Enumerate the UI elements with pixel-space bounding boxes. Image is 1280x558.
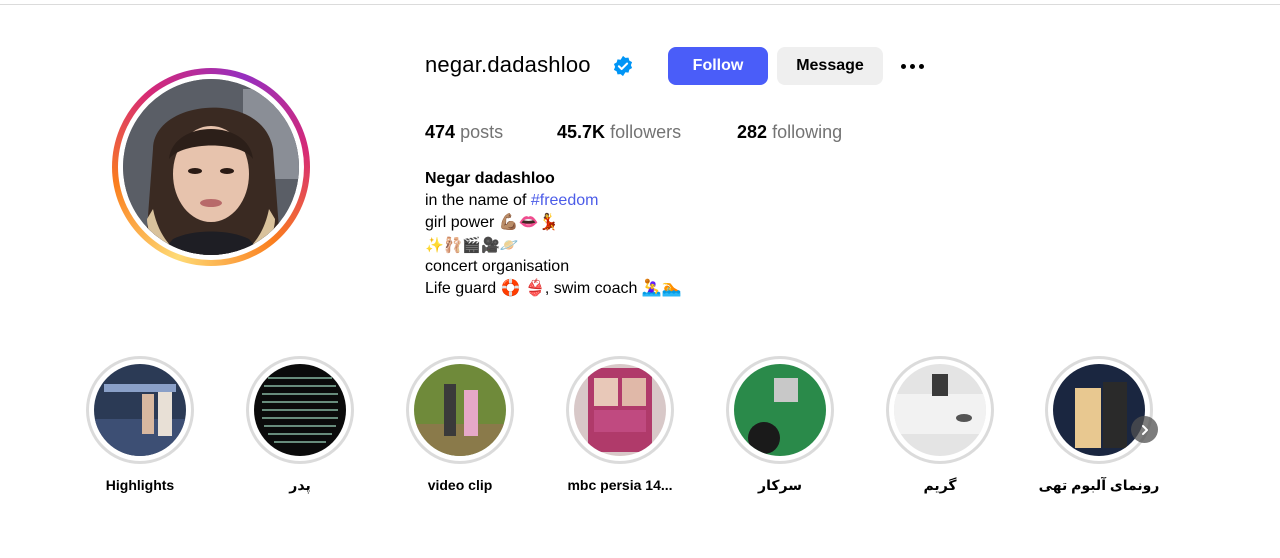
posts-count: 474 posts <box>425 122 503 143</box>
avatar-photo-illustration <box>123 79 299 255</box>
highlight-cover <box>254 364 346 456</box>
following-label: following <box>772 122 843 142</box>
bio-line-concert: concert organisation <box>425 258 570 275</box>
hashtag-link[interactable]: #freedom <box>531 192 599 209</box>
posts-number: 474 <box>425 122 456 142</box>
highlight-cover <box>414 364 506 456</box>
highlight-cover <box>734 364 826 456</box>
followers-label: followers <box>610 122 682 142</box>
highlight-label: پدر <box>289 477 311 493</box>
following-number: 282 <box>737 122 768 142</box>
highlight-item[interactable]: سرکار <box>700 356 860 494</box>
bio-full-name: Negar dadashloo <box>425 170 555 187</box>
bio-line-lifeguard: Life guard 🛟 👙, swim coach 🤽‍♀️🏊 <box>425 280 682 297</box>
bio-line-girl-power: girl power 💪🏽👄💃 <box>425 214 559 231</box>
highlight-item[interactable]: گریم <box>860 356 1020 494</box>
highlight-item[interactable]: video clip <box>380 356 540 493</box>
message-button[interactable]: Message <box>777 47 883 85</box>
chevron-right-icon[interactable] <box>1131 416 1158 443</box>
highlight-cover <box>1053 364 1145 456</box>
highlight-item[interactable]: mbc persia 14... <box>540 356 700 493</box>
highlight-label: mbc persia 14... <box>567 477 673 493</box>
highlight-label: video clip <box>427 477 493 493</box>
verified-badge-icon <box>613 55 633 77</box>
bio-line-emojis: ✨🩰🎬🎥🪐 <box>425 236 519 254</box>
profile-bio: Negar dadashloo in the name of #freedom … <box>425 168 682 300</box>
profile-avatar-story-ring[interactable] <box>112 68 310 266</box>
following-link[interactable]: 282 following <box>737 122 842 143</box>
bio-line-freedom: in the name of #freedom <box>425 190 682 212</box>
bio-line1-text: in the name of <box>425 192 531 209</box>
followers-number: 45.7K <box>557 122 606 142</box>
highlight-label: Highlights <box>105 477 175 493</box>
highlight-cover <box>94 364 186 456</box>
avatar <box>123 79 299 255</box>
highlight-label: گریم <box>923 477 957 493</box>
highlight-cover <box>574 364 666 456</box>
highlight-cover <box>894 364 986 456</box>
followers-link[interactable]: 45.7K followers <box>557 122 681 143</box>
highlight-label: رونمای آلبوم تهی <box>1038 477 1160 493</box>
highlight-item[interactable]: Highlights <box>60 356 220 493</box>
highlight-label: سرکار <box>758 477 802 493</box>
profile-username: negar.dadashloo <box>425 52 591 77</box>
top-divider <box>0 4 1280 5</box>
posts-label: posts <box>460 122 504 142</box>
more-options-icon[interactable] <box>895 56 929 76</box>
highlight-item[interactable]: پدر <box>220 356 380 494</box>
follow-button[interactable]: Follow <box>668 47 768 85</box>
